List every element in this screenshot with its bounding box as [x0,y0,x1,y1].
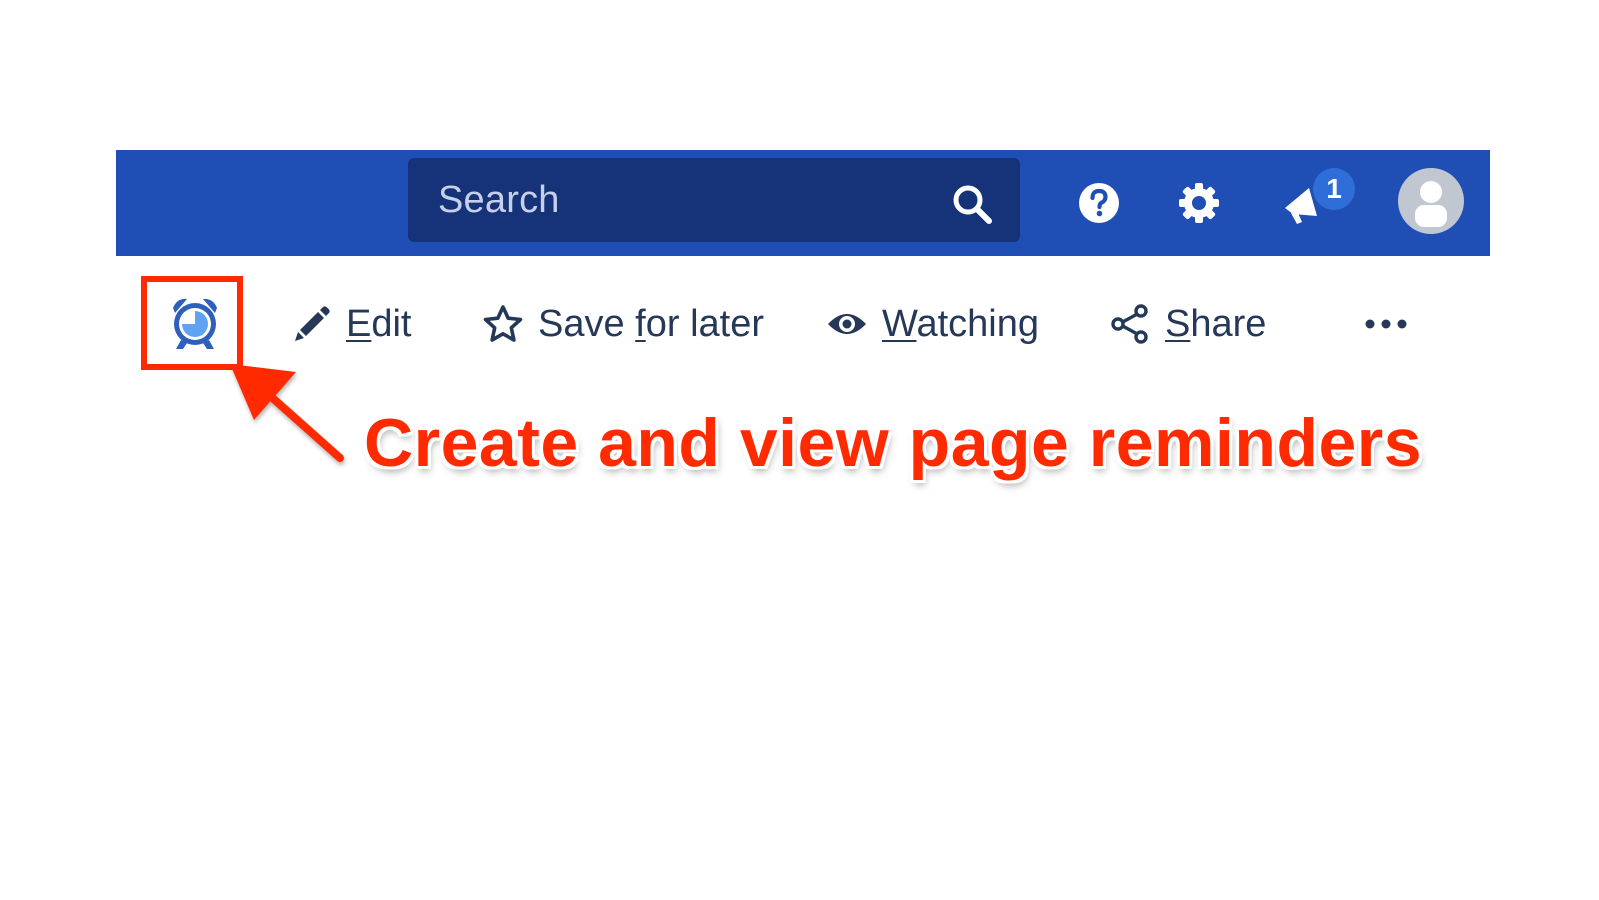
save-for-later-label: Save for later [538,302,765,345]
watching-label: Watching [882,302,1040,345]
user-silhouette-icon [1415,181,1447,227]
avatar[interactable] [1398,168,1464,234]
search-input[interactable]: Search [408,158,1020,242]
edit-label: Edit [346,302,412,345]
more-actions-button[interactable] [1364,296,1408,352]
share-button[interactable]: Share [1109,296,1266,352]
eye-icon [828,314,866,334]
page-toolbar: Edit Save for later Watching Share [116,276,1490,376]
share-icon [1111,304,1148,344]
star-icon [483,305,523,342]
save-for-later-button[interactable]: Save for later [482,296,764,352]
top-navigation-bar: Search 1 [116,150,1490,256]
search-placeholder: Search [438,178,560,221]
pencil-icon [295,306,330,341]
notification-badge[interactable]: 1 [1313,168,1355,210]
more-icon [1365,319,1407,329]
gear-icon[interactable] [1176,180,1222,226]
watching-button[interactable]: Watching [826,296,1039,352]
highlight-box [141,276,243,370]
annotation-callout: Create and view page reminders [364,405,1423,481]
edit-button[interactable]: Edit [292,296,412,352]
search-icon[interactable] [950,182,994,226]
help-icon[interactable] [1076,180,1122,226]
share-label: Share [1165,302,1267,345]
